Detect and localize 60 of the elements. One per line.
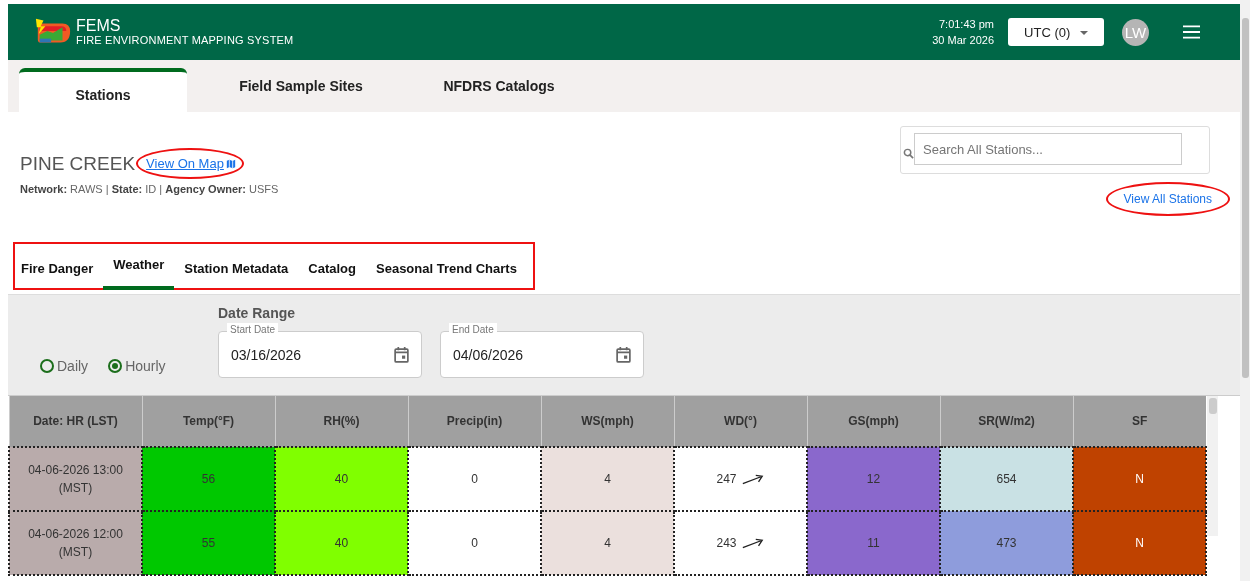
column-header: Date: HR (LST)	[9, 396, 142, 447]
column-header: SF	[1073, 396, 1206, 447]
column-header: Precip(in)	[408, 396, 541, 447]
table-cell: 0	[408, 511, 541, 575]
view-all-stations-link[interactable]: View All Stations	[1105, 182, 1230, 216]
column-header: GS(mph)	[807, 396, 940, 447]
station-name: PINE CREEK	[20, 152, 136, 175]
current-date: 30 Mar 2026	[932, 33, 994, 48]
view-on-map-link[interactable]: View On Map	[136, 148, 244, 179]
map-icon	[225, 158, 236, 169]
station-tab[interactable]: Station Metadata	[174, 261, 299, 290]
interval-radio[interactable]: Daily	[40, 337, 89, 395]
table-cell: 4	[541, 447, 674, 511]
search-field[interactable]: Search All Stations...	[914, 133, 1182, 165]
table-cell: 473	[940, 511, 1073, 575]
table-cell: 04-06-2026 13:00 (MST)	[9, 447, 142, 511]
station-tab[interactable]: Catalog	[298, 261, 366, 290]
main-tab[interactable]: Stations	[19, 68, 187, 112]
table-cell: 11	[807, 511, 940, 575]
table-cell: 247	[674, 447, 807, 511]
column-header: SR(W/m2)	[940, 396, 1073, 447]
column-header: WD(°)	[674, 396, 807, 447]
column-header: Temp(°F)	[142, 396, 275, 447]
current-time: 7:01:43 pm	[937, 17, 994, 32]
date-range-title: Date Range	[218, 305, 297, 321]
table-cell: 243	[674, 511, 807, 575]
caret-icon	[1079, 31, 1088, 36]
table-cell: 0	[408, 447, 541, 511]
app-name: FEMS	[76, 18, 122, 34]
table-cell: 56	[142, 447, 275, 511]
main-tab[interactable]: NFDRS Catalogs	[415, 68, 583, 112]
calendar-icon	[394, 346, 409, 363]
calendar-icon	[616, 346, 631, 363]
table-scrollbar[interactable]	[1207, 396, 1218, 536]
menu-icon[interactable]	[1183, 25, 1200, 39]
table-cell: 40	[275, 511, 408, 575]
table-cell: 55	[142, 511, 275, 575]
timezone-dropdown[interactable]: UTC (0)	[1008, 18, 1104, 46]
station-tab[interactable]: Seasonal Trend Charts	[366, 261, 527, 290]
column-header: WS(mph)	[541, 396, 674, 447]
wind-arrow-icon	[740, 473, 765, 485]
station-tab[interactable]: Fire Danger	[21, 261, 104, 290]
station-tab[interactable]: Weather	[103, 257, 175, 290]
table-cell: 04-06-2026 12:00 (MST)	[9, 511, 142, 575]
table-cell: 40	[275, 447, 408, 511]
page-scrollbar[interactable]	[1240, 0, 1250, 581]
table-cell: 4	[541, 511, 674, 575]
interval-radio[interactable]: Hourly	[108, 337, 166, 395]
table-cell: 12	[807, 447, 940, 511]
radio-label: Hourly	[125, 358, 166, 374]
column-header: RH(%)	[275, 396, 408, 447]
station-details: Network: RAWS | State: ID | Agency Owner: USFS	[20, 183, 279, 195]
main-tab[interactable]: Field Sample Sites	[217, 68, 385, 112]
app-subtitle: FIRE ENVIRONMENT MAPPING SYSTEM	[76, 34, 294, 46]
search-icon	[903, 147, 914, 159]
table-cell: 654	[940, 447, 1073, 511]
table-cell: N	[1073, 511, 1206, 575]
radio-label: Daily	[57, 358, 89, 374]
wind-arrow-icon	[740, 537, 765, 549]
table-cell: N	[1073, 447, 1206, 511]
